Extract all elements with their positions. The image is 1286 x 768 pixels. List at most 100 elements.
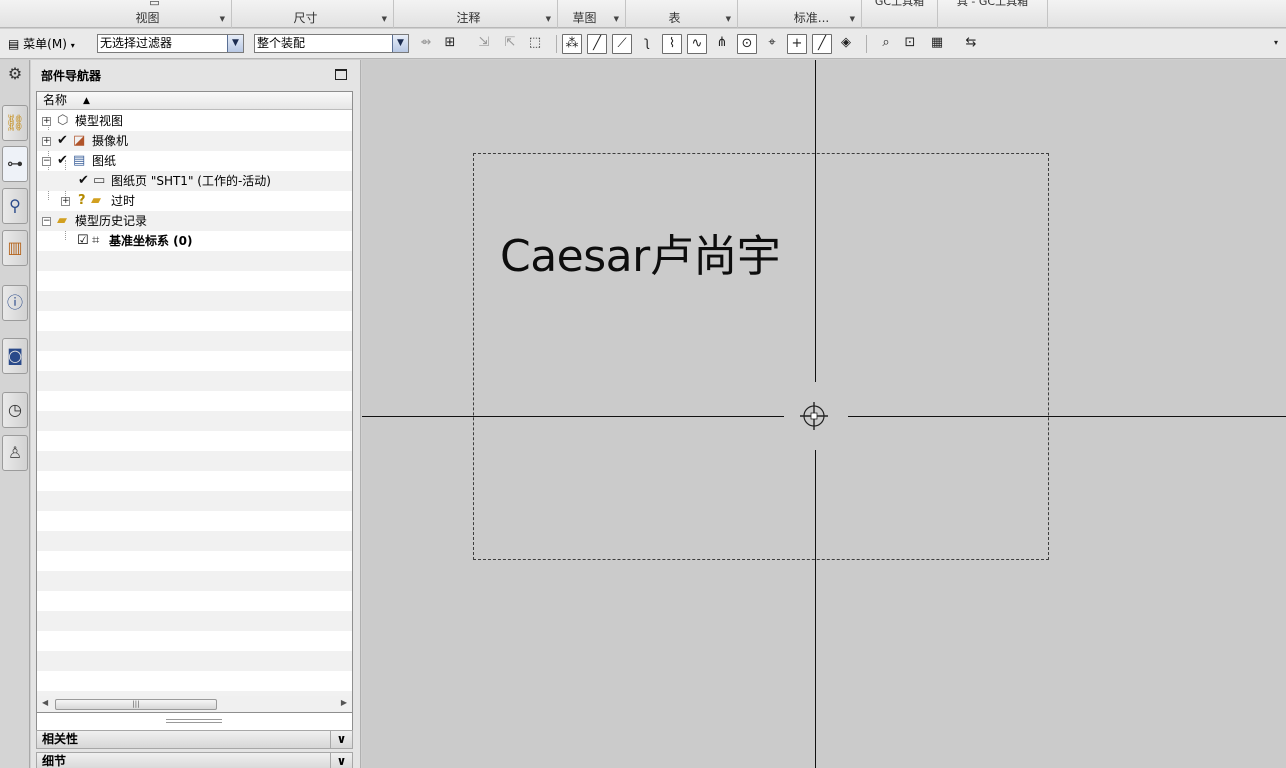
toolbar-overflow-icon[interactable]: ▾ bbox=[1266, 34, 1286, 54]
empty-row bbox=[37, 371, 352, 391]
chevron-down-icon[interactable]: ▼ bbox=[726, 15, 731, 23]
section-dependencies[interactable]: 相关性 ∨ bbox=[36, 730, 353, 749]
checkmark-icon[interactable]: ✔ bbox=[57, 151, 68, 171]
tree-item-label: 模型视图 bbox=[75, 114, 124, 128]
empty-row bbox=[37, 251, 352, 271]
point-on-curve-icon[interactable]: ╱ bbox=[812, 34, 832, 54]
menu-button[interactable]: ▤ 菜单(M) ▾ bbox=[6, 34, 77, 54]
empty-row bbox=[37, 291, 352, 311]
type-filter-value: 无选择过滤器 bbox=[100, 36, 173, 50]
expand-icon[interactable]: + bbox=[42, 117, 51, 126]
select-feature-icon[interactable]: ⇴ bbox=[416, 34, 436, 54]
chevron-down-icon[interactable]: ▼ bbox=[546, 15, 551, 23]
roles-icon[interactable]: ♙ bbox=[2, 435, 28, 471]
circle-center-icon[interactable]: ⊙ bbox=[737, 34, 757, 54]
scroll-left-icon[interactable]: ◀ bbox=[42, 698, 48, 707]
snap-all-icon[interactable]: ⁂ bbox=[562, 34, 582, 54]
info-browser-icon[interactable]: ⓘ bbox=[2, 285, 28, 321]
select-face-icon[interactable]: ⇲ bbox=[474, 34, 494, 54]
empty-row bbox=[37, 651, 352, 671]
chevron-down-icon[interactable]: ▼ bbox=[220, 15, 225, 23]
chevron-down-icon[interactable]: ∨ bbox=[330, 731, 352, 748]
collapse-icon[interactable]: − bbox=[42, 217, 51, 226]
zoom-fit-icon[interactable]: ⌕ bbox=[876, 34, 896, 54]
chevron-down-icon[interactable]: ▼ bbox=[227, 35, 243, 52]
point-on-surface-icon[interactable]: ◈ bbox=[836, 34, 856, 54]
selection-toolbar: ▤ 菜单(M) ▾ 无选择过滤器 ▼ 整个装配 ▼ ⇴ ⊞ ⇲ ⇱ ⬚ ⁂ ╱ … bbox=[0, 29, 1286, 59]
graphics-canvas[interactable]: Caesar卢尚宇 bbox=[362, 60, 1286, 768]
layout-icon[interactable]: ▦ bbox=[927, 34, 947, 54]
control-point-icon[interactable]: ʅ bbox=[637, 34, 657, 54]
ribbon-group-table[interactable]: 表 ▼ bbox=[626, 0, 738, 28]
ribbon-tab-gc-toolbox-2[interactable]: 具 - GC工具箱 bbox=[938, 0, 1048, 28]
chevron-down-icon[interactable]: ∨ bbox=[330, 753, 352, 768]
empty-row bbox=[37, 611, 352, 631]
mid-point-icon[interactable]: ⟋ bbox=[612, 34, 632, 54]
chevron-down-icon[interactable]: ▼ bbox=[382, 15, 387, 23]
existing-point-icon[interactable]: + bbox=[787, 34, 807, 54]
ribbon-group-label: 视图 bbox=[135, 11, 160, 25]
ribbon-group-annotation[interactable]: 注释 ▼ bbox=[394, 0, 558, 28]
tree-row-model-history[interactable]: − ▰ 模型历史记录 bbox=[37, 211, 352, 231]
tree-row-sheet-sht1[interactable]: ✔ ▭ 图纸页 "SHT1" (工作的-活动) bbox=[37, 171, 352, 191]
assembly-navigator-icon[interactable]: ⛓ bbox=[2, 105, 28, 141]
gear-icon[interactable]: ⚙ bbox=[2, 62, 28, 86]
quadrant-point-icon[interactable]: ⌖ bbox=[762, 34, 782, 54]
history-clock-icon[interactable]: ◷ bbox=[2, 392, 28, 428]
tree-row-datum-csys[interactable]: ☑ ⌗ 基准坐标系 (0) bbox=[37, 231, 352, 251]
ribbon-tab-gc-toolbox[interactable]: GC工具箱 bbox=[862, 0, 938, 28]
reuse-library-icon[interactable]: ▥ bbox=[2, 230, 28, 266]
checkbox-checked-icon[interactable]: ☑ bbox=[77, 231, 89, 251]
constraint-navigator-icon[interactable]: ⚲ bbox=[2, 188, 28, 224]
arc-center-icon[interactable]: ⋔ bbox=[712, 34, 732, 54]
tree-row-drawing[interactable]: − ✔ ▤ 图纸 bbox=[37, 151, 352, 171]
chevron-down-icon[interactable]: ▼ bbox=[614, 15, 619, 23]
drawing-note-text[interactable]: Caesar卢尚宇 bbox=[500, 220, 781, 284]
snap-point-icon[interactable]: ⊞ bbox=[440, 34, 460, 54]
ribbon-tab-label: 具 - GC工具箱 bbox=[956, 0, 1029, 8]
scrollbar-thumb[interactable]: ||| bbox=[55, 699, 217, 710]
tree-row-cameras[interactable]: + ✔ ◪ 摄像机 bbox=[37, 131, 352, 151]
document-icon[interactable]: ◙ bbox=[2, 338, 28, 374]
zoom-window-icon[interactable]: ⊡ bbox=[900, 34, 920, 54]
horizontal-scrollbar[interactable]: ◀ ||| ▶ bbox=[36, 696, 353, 713]
ribbon-tab-label: GC工具箱 bbox=[874, 0, 925, 8]
tree-item-label: 图纸 bbox=[92, 154, 117, 168]
sort-ascending-icon: ▲ bbox=[83, 96, 90, 106]
section-details[interactable]: 细节 ∨ bbox=[36, 752, 353, 768]
expand-icon[interactable]: + bbox=[42, 137, 51, 146]
rectangle-select-icon[interactable]: ⬚ bbox=[525, 34, 545, 54]
orient-view-icon[interactable]: ⇆ bbox=[961, 34, 981, 54]
tree-row-out-of-date[interactable]: + ? ▰ 过时 bbox=[37, 191, 352, 211]
ribbon-group-sketch[interactable]: 草图 ▼ bbox=[558, 0, 626, 28]
tree-row-model-views[interactable]: + ⬡ 模型视图 bbox=[37, 111, 352, 131]
expand-icon[interactable]: + bbox=[61, 197, 70, 206]
maximize-icon[interactable] bbox=[335, 69, 347, 80]
part-navigator-panel: 部件导航器 名称 ▲ + ⬡ 模型视图 + ✔ ◪ 摄像机 − ✔ ▤ 图纸 ✔… bbox=[31, 60, 361, 768]
spline-point-icon[interactable]: ∿ bbox=[687, 34, 707, 54]
section-label: 细节 bbox=[42, 754, 67, 768]
intersection-point-icon[interactable]: ⌇ bbox=[662, 34, 682, 54]
scroll-right-icon[interactable]: ▶ bbox=[341, 698, 347, 707]
tree-item-label: 模型历史记录 bbox=[75, 214, 148, 228]
end-point-icon[interactable]: ╱ bbox=[587, 34, 607, 54]
type-filter-select[interactable]: 无选择过滤器 ▼ bbox=[97, 34, 244, 53]
assembly-scope-select[interactable]: 整个装配 ▼ bbox=[254, 34, 409, 53]
column-header-label: 名称 bbox=[43, 93, 68, 107]
chevron-down-icon[interactable]: ▼ bbox=[392, 35, 408, 52]
tree-item-label: 摄像机 bbox=[92, 134, 129, 148]
part-navigator-icon[interactable]: ⊶ bbox=[2, 146, 28, 182]
folder-icon: ▰ bbox=[91, 193, 101, 208]
checkmark-icon[interactable]: ✔ bbox=[57, 131, 68, 151]
column-header-name[interactable]: 名称 ▲ bbox=[37, 92, 352, 110]
ribbon-group-view[interactable]: ▭ 视图 ▼ bbox=[78, 0, 232, 28]
chevron-down-icon: ▾ bbox=[70, 41, 75, 50]
ribbon-group-standard[interactable]: 标准... ▼ bbox=[738, 0, 862, 28]
panel-splitter[interactable] bbox=[166, 719, 222, 723]
view-group-icon: ▭ bbox=[149, 0, 160, 9]
collapse-icon[interactable]: − bbox=[42, 157, 51, 166]
select-body-icon[interactable]: ⇱ bbox=[500, 34, 520, 54]
ribbon-group-dimension[interactable]: 尺寸 ▼ bbox=[232, 0, 394, 28]
checkmark-icon[interactable]: ✔ bbox=[78, 171, 89, 191]
chevron-down-icon[interactable]: ▼ bbox=[850, 15, 855, 23]
